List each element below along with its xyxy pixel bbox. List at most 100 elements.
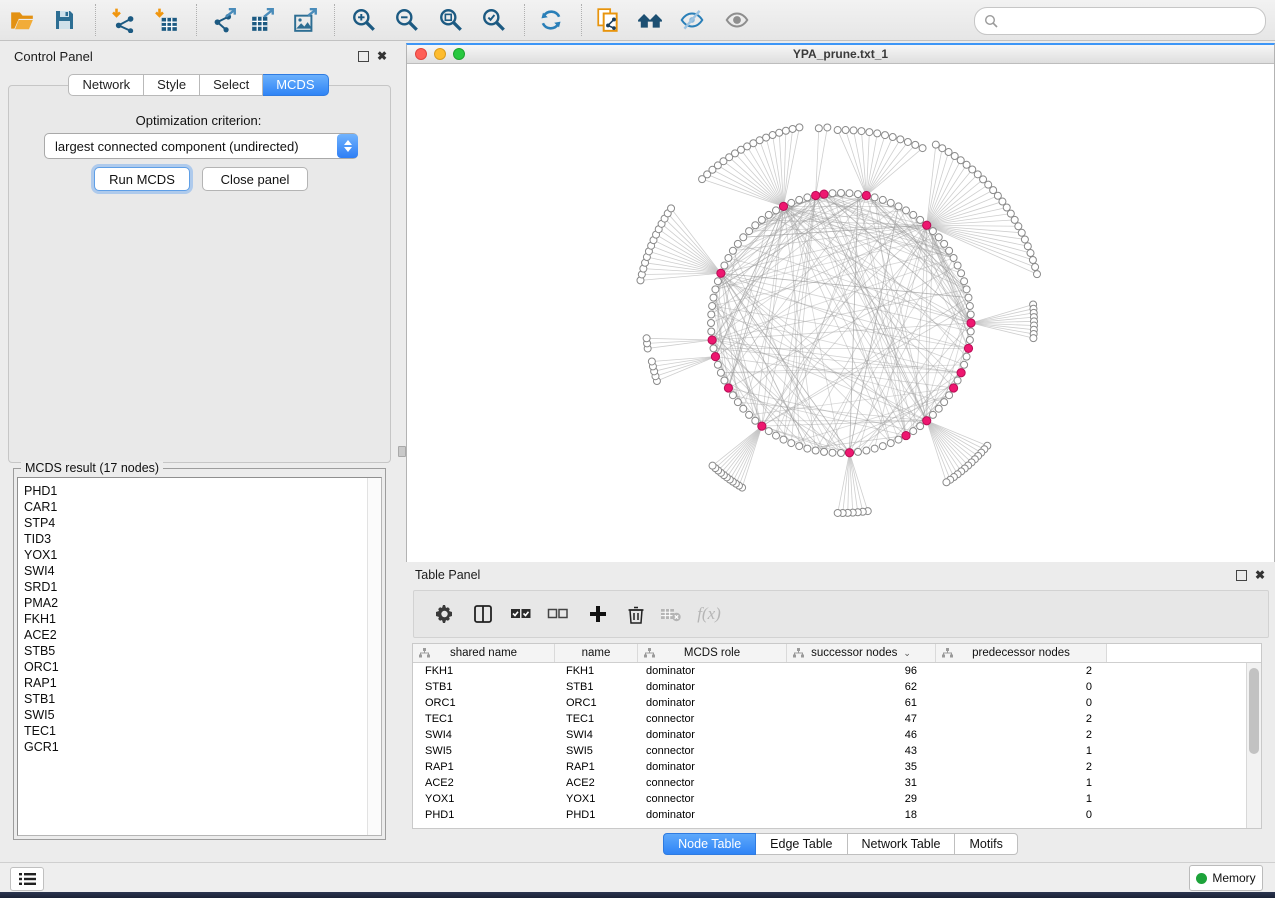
mcds-result-item[interactable]: STB1 <box>24 691 367 707</box>
mcds-result-item[interactable]: ACE2 <box>24 627 367 643</box>
attribute-icon <box>419 648 430 658</box>
table-mode-gear-icon[interactable] <box>432 601 458 627</box>
mcds-result-item[interactable]: PMA2 <box>24 595 367 611</box>
tab-motifs[interactable]: Motifs <box>955 833 1017 855</box>
tab-mcds[interactable]: MCDS <box>263 74 328 96</box>
mcds-result-item[interactable]: SRD1 <box>24 579 367 595</box>
export-network-icon[interactable] <box>212 7 238 33</box>
table-cell: 47 <box>784 711 932 727</box>
zoom-out-icon[interactable] <box>394 7 420 33</box>
table-cell: 1 <box>932 775 1102 791</box>
mcds-result-item[interactable]: PHD1 <box>24 483 367 499</box>
first-neighbors-icon[interactable] <box>637 7 663 33</box>
table-row[interactable]: RAP1RAP1dominator352 <box>413 759 1247 775</box>
application-window: Control Panel ✖ Network Style Select MCD… <box>0 0 1275 898</box>
deselect-all-rows-icon[interactable] <box>545 601 571 627</box>
column-header-mcds-role[interactable]: MCDS role <box>638 644 787 662</box>
run-mcds-button[interactable]: Run MCDS <box>94 167 190 191</box>
tab-edge-table[interactable]: Edge Table <box>756 833 847 855</box>
delete-table-icon <box>658 601 684 627</box>
mcds-result-item[interactable]: TEC1 <box>24 723 367 739</box>
table-scrollbar[interactable] <box>1246 663 1261 828</box>
mcds-list-scrollbar[interactable] <box>367 478 381 835</box>
close-panel-button[interactable]: Close panel <box>202 167 308 191</box>
mcds-result-item[interactable]: ORC1 <box>24 659 367 675</box>
table-scrollbar-thumb[interactable] <box>1249 668 1259 754</box>
float-panel-icon[interactable] <box>358 51 369 62</box>
toolbar-separator <box>524 4 525 36</box>
optimization-criterion-dropdown[interactable]: largest connected component (undirected) <box>44 133 358 159</box>
float-panel-icon[interactable] <box>1236 570 1247 581</box>
close-panel-icon[interactable]: ✖ <box>377 52 387 61</box>
dropdown-stepper-icon <box>337 134 358 158</box>
tab-network-table[interactable]: Network Table <box>848 833 956 855</box>
column-header-successor-nodes[interactable]: successor nodes ⌄ <box>787 644 936 662</box>
apply-layout-icon[interactable] <box>538 7 564 33</box>
zoom-in-icon[interactable] <box>351 7 377 33</box>
table-cell: SWI5 <box>554 743 636 759</box>
table-row[interactable]: ACE2ACE2connector311 <box>413 775 1247 791</box>
mcds-result-item[interactable]: FKH1 <box>24 611 367 627</box>
mcds-result-item[interactable]: STP4 <box>24 515 367 531</box>
task-history-button[interactable] <box>10 867 44 891</box>
table-cell: 31 <box>784 775 932 791</box>
mcds-result-item[interactable]: STB5 <box>24 643 367 659</box>
table-cell: dominator <box>636 807 784 823</box>
task-list-icon <box>19 872 36 886</box>
table-cell: STB1 <box>554 679 636 695</box>
mcds-result-item[interactable]: GCR1 <box>24 739 367 755</box>
table-cell: PHD1 <box>413 807 554 823</box>
table-row[interactable]: ORC1ORC1dominator610 <box>413 695 1247 711</box>
table-row[interactable]: TEC1TEC1connector472 <box>413 711 1247 727</box>
table-cell: ACE2 <box>413 775 554 791</box>
mcds-result-item[interactable]: TID3 <box>24 531 367 547</box>
table-row[interactable]: SWI4SWI4dominator462 <box>413 727 1247 743</box>
mcds-result-item[interactable]: CAR1 <box>24 499 367 515</box>
toolbar-separator <box>196 4 197 36</box>
export-table-icon[interactable] <box>250 7 276 33</box>
select-all-rows-icon[interactable] <box>508 601 534 627</box>
panel-splitter-handle[interactable] <box>398 446 406 457</box>
network-canvas[interactable] <box>407 63 1274 561</box>
memory-button[interactable]: Memory <box>1189 865 1263 891</box>
mcds-result-item[interactable]: RAP1 <box>24 675 367 691</box>
table-cell: 62 <box>784 679 932 695</box>
table-row[interactable]: PHD1PHD1dominator180 <box>413 807 1247 823</box>
network-window-titlebar[interactable]: YPA_prune.txt_1 <box>407 45 1274 64</box>
export-image-icon[interactable] <box>293 7 319 33</box>
tab-style[interactable]: Style <box>144 74 200 96</box>
column-header-name[interactable]: name <box>555 644 638 662</box>
zoom-selected-icon[interactable] <box>481 7 507 33</box>
function-builder-icon: f(x) <box>696 601 722 627</box>
dropdown-selected-value: largest connected component (undirected) <box>45 139 337 154</box>
table-row[interactable]: STB1STB1dominator620 <box>413 679 1247 695</box>
table-row[interactable]: FKH1FKH1dominator962 <box>413 663 1247 679</box>
tab-select[interactable]: Select <box>200 74 263 96</box>
table-cell: PHD1 <box>554 807 636 823</box>
column-header-shared-name[interactable]: shared name <box>413 644 555 662</box>
mcds-result-item[interactable]: SWI5 <box>24 707 367 723</box>
table-row[interactable]: SWI5SWI5connector431 <box>413 743 1247 759</box>
tab-node-table[interactable]: Node Table <box>663 833 756 855</box>
close-panel-icon[interactable]: ✖ <box>1255 571 1265 580</box>
open-file-icon[interactable] <box>9 7 35 33</box>
table-row[interactable]: YOX1YOX1connector291 <box>413 791 1247 807</box>
tab-network[interactable]: Network <box>68 74 144 96</box>
mcds-result-item[interactable]: SWI4 <box>24 563 367 579</box>
save-session-icon[interactable] <box>51 7 77 33</box>
zoom-fit-icon[interactable] <box>438 7 464 33</box>
import-network-icon[interactable] <box>110 7 136 33</box>
add-column-icon[interactable] <box>585 601 611 627</box>
toolbar-separator <box>334 4 335 36</box>
table-cell: SWI4 <box>554 727 636 743</box>
column-header-predecessor-nodes[interactable]: predecessor nodes <box>936 644 1107 662</box>
import-table-icon[interactable] <box>153 7 179 33</box>
split-panel-icon[interactable] <box>470 601 496 627</box>
new-network-from-selection-icon[interactable] <box>595 7 621 33</box>
show-all-icon[interactable] <box>724 7 750 33</box>
delete-columns-icon[interactable] <box>623 601 649 627</box>
hide-selected-icon[interactable] <box>679 7 705 33</box>
mcds-result-item[interactable]: YOX1 <box>24 547 367 563</box>
table-cell: dominator <box>636 663 784 679</box>
search-input[interactable] <box>1002 13 1265 29</box>
